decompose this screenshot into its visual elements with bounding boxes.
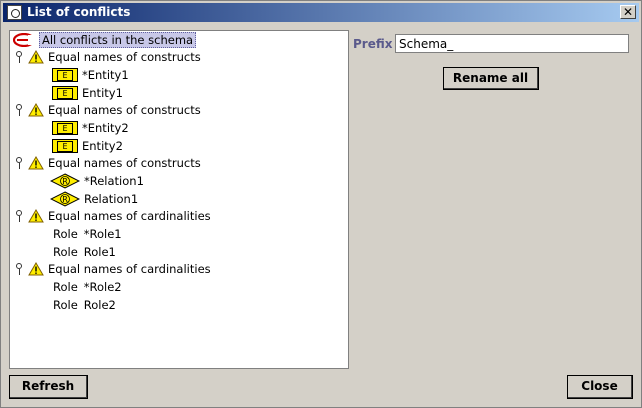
item-label: Role2 [83, 298, 116, 312]
window-close-button[interactable]: ✕ [620, 5, 636, 19]
item-label: Role1 [83, 245, 116, 259]
tree-root-label: All conflicts in the schema [39, 32, 197, 48]
svg-text:R: R [62, 177, 68, 186]
expand-toggle-icon[interactable] [15, 210, 23, 222]
close-button[interactable]: Close [567, 375, 633, 399]
group-label: Equal names of cardinalities [48, 209, 211, 223]
tree-item[interactable]: Role Role1 [53, 243, 116, 261]
item-label: Entity1 [82, 86, 123, 100]
window-title: List of conflicts [27, 5, 131, 19]
tree-item[interactable]: Role *Role1 [53, 225, 122, 243]
warning-icon [28, 103, 44, 117]
warning-icon [28, 209, 44, 223]
tree-group[interactable]: Equal names of constructs [15, 101, 201, 119]
item-label: *Entity2 [82, 121, 129, 135]
expand-toggle-icon[interactable] [15, 51, 23, 63]
group-label: Equal names of cardinalities [48, 262, 211, 276]
warning-icon [28, 156, 44, 170]
role-tag: Role [53, 298, 78, 312]
refresh-button[interactable]: Refresh [9, 375, 88, 399]
item-label: *Role2 [83, 280, 122, 294]
tree-item[interactable]: R *Relation1 [50, 172, 144, 190]
warning-icon [28, 50, 44, 64]
entity-icon: E [52, 68, 78, 82]
prefix-label: Prefix [353, 37, 393, 51]
conflicts-dialog: List of conflicts ✕ All conflicts in the… [0, 0, 642, 408]
item-label: *Entity1 [82, 68, 129, 82]
tree-item[interactable]: E Entity2 [52, 137, 123, 155]
role-tag: Role [53, 245, 78, 259]
tree-item[interactable]: E Entity1 [52, 84, 123, 102]
schema-icon [13, 33, 35, 47]
role-tag: Role [53, 280, 78, 294]
entity-icon: E [52, 121, 78, 135]
entity-icon: E [52, 86, 78, 100]
group-label: Equal names of constructs [48, 50, 201, 64]
item-label: *Role1 [83, 227, 122, 241]
expand-toggle-icon[interactable] [15, 263, 23, 275]
item-label: *Relation1 [84, 174, 144, 188]
item-label: Relation1 [84, 192, 139, 206]
item-label: Entity2 [82, 139, 123, 153]
relation-icon: R [50, 191, 80, 207]
app-icon [7, 5, 22, 20]
tree-item[interactable]: R Relation1 [50, 190, 138, 208]
title-bar[interactable]: List of conflicts ✕ [3, 3, 639, 22]
tree-group[interactable]: Equal names of constructs [15, 154, 201, 172]
tree-group[interactable]: Equal names of cardinalities [15, 207, 211, 225]
relation-icon: R [50, 173, 80, 189]
group-label: Equal names of constructs [48, 156, 201, 170]
tree-group[interactable]: Equal names of cardinalities [15, 260, 211, 278]
tree-group[interactable]: Equal names of constructs [15, 48, 201, 66]
rename-all-button[interactable]: Rename all [443, 67, 539, 90]
expand-toggle-icon[interactable] [15, 104, 23, 116]
expand-toggle-icon[interactable] [15, 157, 23, 169]
tree-item[interactable]: Role Role2 [53, 296, 116, 314]
warning-icon [28, 262, 44, 276]
tree-item[interactable]: E *Entity2 [52, 119, 129, 137]
role-tag: Role [53, 227, 78, 241]
group-label: Equal names of constructs [48, 103, 201, 117]
svg-text:R: R [62, 195, 68, 204]
conflict-tree[interactable]: All conflicts in the schema Equal names … [9, 30, 349, 369]
tree-item[interactable]: E *Entity1 [52, 66, 129, 84]
prefix-input[interactable] [395, 34, 629, 53]
entity-icon: E [52, 139, 78, 153]
tree-item[interactable]: Role *Role2 [53, 278, 122, 296]
tree-root[interactable]: All conflicts in the schema [13, 31, 197, 49]
